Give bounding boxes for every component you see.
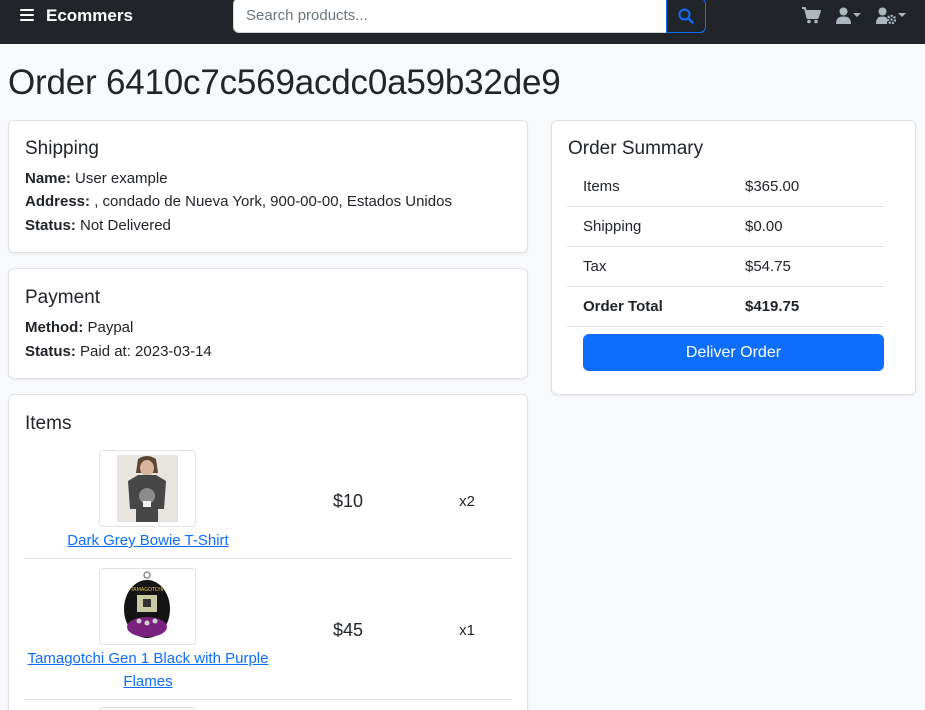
shipping-address-value: , condado de Nueva York, 900-00-00, Esta… (90, 193, 452, 210)
summary-label: Tax (583, 258, 607, 275)
payment-status-value: Paid at: 2023-03-14 (75, 343, 212, 360)
menu-icon[interactable] (20, 9, 34, 21)
summary-row-total: Order Total $419.75 (567, 287, 884, 327)
product-link[interactable]: Dark Grey Bowie T-Shirt (24, 529, 272, 552)
cart-icon (802, 6, 821, 23)
product-quantity: x1 (459, 622, 475, 639)
payment-method-label: Method: (25, 319, 84, 336)
shipping-name: Name: User example (25, 169, 168, 189)
summary-label: Shipping (583, 218, 642, 235)
search-button[interactable] (666, 0, 706, 33)
chevron-down-icon (853, 13, 861, 17)
cart-button[interactable] (802, 6, 821, 24)
summary-value: $365.00 (745, 178, 800, 195)
tamagotchi-image: TAMAGOTCHI (100, 569, 195, 644)
payment-method-value: Paypal (83, 319, 134, 336)
shipping-address-label: Address: (25, 193, 91, 210)
chevron-down-icon (898, 13, 906, 17)
tshirt-image (100, 451, 195, 526)
payment-method: Method: Paypal (25, 318, 133, 338)
list-item: TAMAGOTCHI Tamagotchi Gen 1 Black with P… (24, 568, 512, 700)
summary-label: Order Total (583, 298, 663, 315)
product-price: $45 (332, 620, 364, 640)
search-input[interactable] (233, 0, 667, 33)
deliver-order-button[interactable]: Deliver Order (583, 334, 884, 371)
product-image[interactable] (99, 450, 196, 527)
user-menu-toggle[interactable] (836, 6, 861, 24)
navbar: Ecommers (0, 0, 925, 44)
shipping-name-label: Name: (25, 170, 71, 187)
summary-row-tax: Tax $54.75 (567, 247, 884, 287)
items-card: Items Dark Grey Bowie T-Shirt $10 x2 TAM… (8, 394, 528, 710)
shipping-card: Shipping Name: User example Address: , c… (8, 120, 528, 253)
payment-heading: Payment (25, 287, 100, 308)
items-heading: Items (25, 413, 72, 434)
payment-status-label: Status: (25, 343, 76, 360)
user-icon (836, 7, 851, 24)
order-summary-card: Order Summary Items $365.00 Shipping $0.… (551, 120, 916, 395)
summary-row-items: Items $365.00 (567, 167, 884, 207)
payment-status: Status: Paid at: 2023-03-14 (25, 342, 212, 362)
admin-menu-toggle[interactable] (876, 6, 906, 24)
list-item: Dark Grey Bowie T-Shirt $10 x2 (24, 450, 512, 559)
summary-value: $54.75 (745, 258, 791, 275)
brand-logo[interactable]: Ecommers (46, 6, 133, 26)
payment-card: Payment Method: Paypal Status: Paid at: … (8, 268, 528, 379)
order-summary-heading: Order Summary (568, 138, 704, 159)
svg-text:TAMAGOTCHI: TAMAGOTCHI (129, 587, 163, 593)
product-image[interactable]: TAMAGOTCHI (99, 568, 196, 645)
summary-value: $0.00 (745, 218, 783, 235)
page-title: Order 6410c7c569acdc0a59b32de9 (8, 63, 561, 102)
shipping-status-value: Not Delivered (75, 217, 171, 234)
shipping-status: Status: Not Delivered (25, 216, 171, 236)
shipping-name-value: User example (70, 170, 168, 187)
shipping-status-label: Status: (25, 217, 76, 234)
product-quantity: x2 (459, 493, 475, 510)
summary-row-shipping: Shipping $0.00 (567, 207, 884, 247)
user-gear-icon (876, 7, 896, 24)
summary-label: Items (583, 178, 620, 195)
product-link[interactable]: Tamagotchi Gen 1 Black with Purple Flame… (24, 647, 272, 693)
product-price: $10 (332, 491, 364, 511)
summary-value: $419.75 (745, 298, 800, 315)
search-icon (678, 8, 694, 24)
shipping-address: Address: , condado de Nueva York, 900-00… (25, 192, 452, 212)
shipping-heading: Shipping (25, 138, 99, 159)
